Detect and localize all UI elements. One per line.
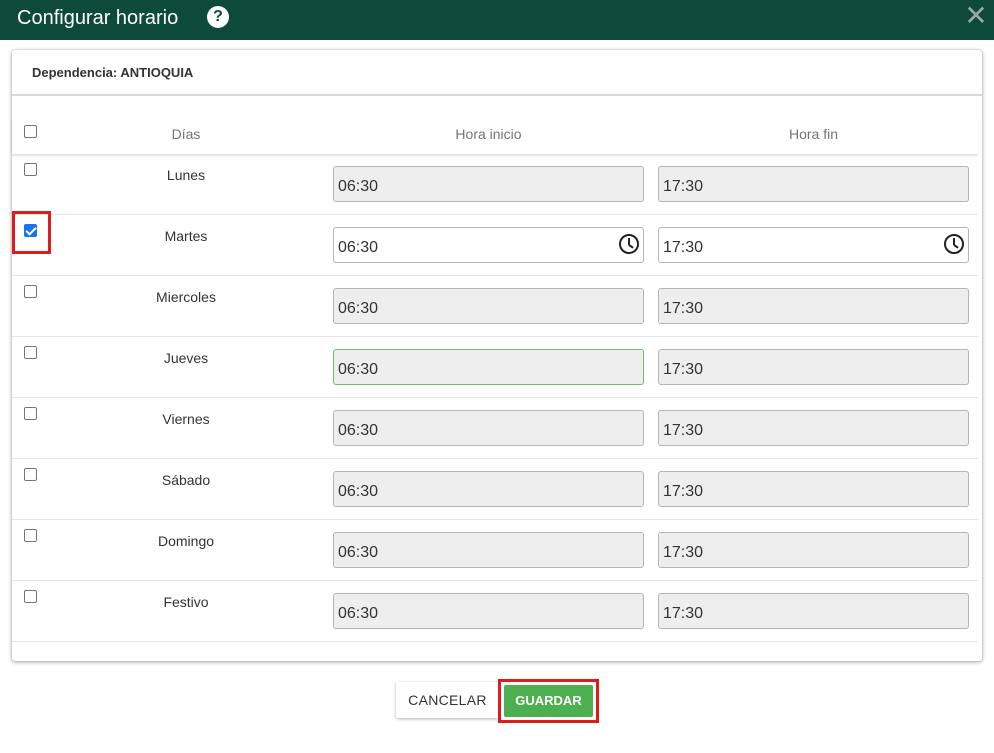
day-checkbox[interactable] bbox=[24, 529, 37, 542]
day-checkbox[interactable] bbox=[24, 590, 37, 603]
table-row: Domingo 06:30 17:30 bbox=[12, 520, 978, 581]
hora-inicio-input[interactable]: 06:30 bbox=[333, 227, 644, 263]
cancel-button[interactable]: CANCELAR bbox=[396, 682, 499, 718]
hora-inicio-input[interactable]: 06:30 bbox=[333, 471, 644, 507]
day-label: Viernes bbox=[162, 411, 210, 427]
time-value: 17:30 bbox=[663, 605, 704, 622]
table-header: Días Hora inicio Hora fin bbox=[12, 116, 978, 154]
time-value: 06:30 bbox=[338, 544, 379, 561]
hora-fin-input[interactable]: 17:30 bbox=[658, 349, 969, 385]
time-value: 06:30 bbox=[338, 605, 379, 622]
time-value: 17:30 bbox=[663, 239, 704, 256]
day-checkbox[interactable] bbox=[24, 285, 37, 298]
clock-icon[interactable] bbox=[944, 234, 964, 254]
hora-fin-input[interactable]: 17:30 bbox=[658, 227, 969, 263]
dependencia-label: Dependencia: ANTIOQUIA bbox=[32, 65, 194, 80]
day-label: Domingo bbox=[157, 533, 215, 549]
time-value: 17:30 bbox=[663, 422, 704, 439]
time-value: 17:30 bbox=[663, 544, 704, 561]
time-value: 06:30 bbox=[338, 483, 379, 500]
column-dias: Días bbox=[171, 126, 201, 142]
hora-inicio-input[interactable]: 06:30 bbox=[333, 532, 644, 568]
time-value: 06:30 bbox=[338, 178, 379, 195]
table-row: Miercoles 06:30 17:30 bbox=[12, 276, 978, 337]
hora-inicio-input[interactable]: 06:30 bbox=[333, 410, 644, 446]
hora-fin-input[interactable]: 17:30 bbox=[658, 166, 969, 202]
time-value: 17:30 bbox=[663, 178, 704, 195]
table-row: Martes 06:30 17:30 bbox=[12, 215, 978, 276]
time-value: 17:30 bbox=[663, 300, 704, 317]
time-value: 17:30 bbox=[663, 483, 704, 500]
save-button[interactable]: GUARDAR bbox=[504, 685, 593, 717]
day-label: Sábado bbox=[161, 472, 211, 488]
column-hora-inicio: Hora inicio bbox=[455, 126, 522, 142]
hora-inicio-input[interactable]: 06:30 bbox=[333, 288, 644, 324]
day-label: Lunes bbox=[166, 167, 206, 183]
day-label: Festivo bbox=[163, 594, 209, 610]
select-all-checkbox[interactable] bbox=[24, 125, 37, 138]
day-checkbox[interactable] bbox=[24, 163, 37, 176]
table-row: Lunes 06:30 17:30 bbox=[12, 154, 978, 215]
card-header: Dependencia: ANTIOQUIA bbox=[12, 50, 982, 96]
close-icon[interactable]: ✕ bbox=[964, 2, 988, 30]
highlight-save-button: GUARDAR bbox=[498, 679, 599, 723]
highlight-martes-checkbox bbox=[12, 211, 51, 254]
hora-fin-input[interactable]: 17:30 bbox=[658, 593, 969, 629]
column-hora-fin: Hora fin bbox=[788, 126, 839, 142]
clock-icon[interactable] bbox=[619, 234, 639, 254]
table-row: Sábado 06:30 17:30 bbox=[12, 459, 978, 520]
hora-fin-input[interactable]: 17:30 bbox=[658, 288, 969, 324]
day-label: Miercoles bbox=[156, 289, 216, 305]
hora-inicio-input[interactable]: 06:30 bbox=[333, 166, 644, 202]
hora-fin-input[interactable]: 17:30 bbox=[658, 410, 969, 446]
day-label: Martes bbox=[164, 228, 208, 244]
hora-fin-input[interactable]: 17:30 bbox=[658, 471, 969, 507]
hora-inicio-input[interactable]: 06:30 bbox=[333, 593, 644, 629]
dialog-title: Configurar horario bbox=[17, 7, 179, 29]
time-value: 06:30 bbox=[338, 300, 379, 317]
table-row: Festivo 06:30 17:30 bbox=[12, 581, 978, 642]
day-checkbox[interactable] bbox=[24, 346, 37, 359]
dialog-titlebar: Configurar horario ? ✕ bbox=[0, 0, 994, 40]
time-value: 17:30 bbox=[663, 361, 704, 378]
table-row: Viernes 06:30 17:30 bbox=[12, 398, 978, 459]
question-circle-icon[interactable]: ? bbox=[207, 6, 229, 28]
hora-inicio-input[interactable]: 06:30 bbox=[333, 349, 644, 385]
time-value: 06:30 bbox=[338, 422, 379, 439]
schedule-card: Dependencia: ANTIOQUIA Días Hora inicio … bbox=[12, 50, 982, 661]
day-label: Jueves bbox=[163, 350, 209, 366]
day-checkbox[interactable] bbox=[24, 407, 37, 420]
hora-fin-input[interactable]: 17:30 bbox=[658, 532, 969, 568]
day-checkbox[interactable] bbox=[24, 468, 37, 481]
time-value: 06:30 bbox=[338, 239, 379, 256]
table-row: Jueves 06:30 17:30 bbox=[12, 337, 978, 398]
time-value: 06:30 bbox=[338, 361, 379, 378]
